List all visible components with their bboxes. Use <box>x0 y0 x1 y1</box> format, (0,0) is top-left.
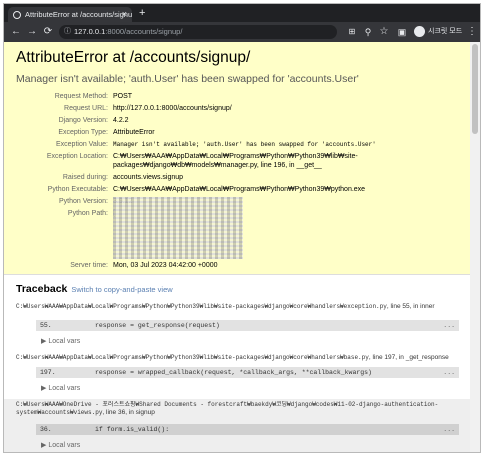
info-icon: ⓘ <box>64 28 71 35</box>
reload-icon[interactable]: ⟳ <box>42 22 54 42</box>
tab-title: AttributeError at /accounts/signu <box>25 10 132 19</box>
side-panel-icon[interactable]: ▣ <box>396 22 408 42</box>
expand-context-icon[interactable]: ... <box>443 320 455 331</box>
traceback-frame-path: C:₩Users₩AAA₩AppData₩Local₩Programs₩Pyth… <box>16 303 435 310</box>
traceback-frame-path: C:₩Users₩AAA₩OneDrive - 포러스트쇼핑₩Shared Do… <box>16 401 439 416</box>
address-bar[interactable]: ⓘ 127.0.0.1:8000/accounts/signup/ <box>59 25 337 39</box>
globe-icon <box>13 10 21 19</box>
incognito-icon <box>414 26 425 37</box>
browser-window: AttributeError at /accounts/signu × + ← … <box>3 3 481 453</box>
redacted-python-path <box>113 197 243 259</box>
scrollbar-thumb[interactable] <box>472 44 478 134</box>
new-tab-button[interactable]: + <box>139 5 145 21</box>
url-path: :8000/accounts/signup/ <box>105 27 183 36</box>
expand-context-icon[interactable]: ... <box>443 424 455 435</box>
switch-view-link[interactable]: Switch to copy-and-paste view <box>71 285 172 294</box>
profile-label: 시크릿 모드 <box>428 28 463 35</box>
back-icon[interactable]: ← <box>10 22 22 42</box>
traceback-code-line[interactable]: 55. response = get_response(request)... <box>36 320 459 331</box>
page-content: AttributeError at /accounts/signup/ Mana… <box>4 42 480 452</box>
page-scrollbar[interactable] <box>470 42 480 452</box>
traceback-code-line[interactable]: 197. response = wrapped_callback(request,… <box>36 367 459 378</box>
error-summary: AttributeError at /accounts/signup/ Mana… <box>4 42 470 275</box>
traceback-heading: Traceback Switch to copy-and-paste view <box>16 283 173 295</box>
incognito-profile[interactable]: 시크릿 모드 <box>414 26 462 38</box>
tab-strip: AttributeError at /accounts/signu × + <box>4 4 480 22</box>
browser-toolbar: ← → ⟳ ⓘ 127.0.0.1:8000/accounts/signup/ … <box>4 22 480 42</box>
forward-icon[interactable]: → <box>26 22 38 42</box>
page-title: AttributeError at /accounts/signup/ <box>16 49 251 66</box>
bookmark-star-icon[interactable]: ☆ <box>378 22 390 42</box>
local-vars-toggle[interactable]: ▶ Local vars <box>41 337 80 345</box>
traceback-frame-path: C:₩Users₩AAA₩AppData₩Local₩Programs₩Pyth… <box>16 354 449 361</box>
traceback-code-line[interactable]: 36. if form.is_valid():... <box>36 424 459 435</box>
exception-message: Manager isn't available; 'auth.User' has… <box>16 73 359 85</box>
local-vars-toggle[interactable]: ▶ Local vars <box>41 384 80 392</box>
more-menu-icon[interactable]: ⋮ <box>467 22 477 42</box>
url-host: 127.0.0.1 <box>74 27 106 36</box>
browser-tab[interactable]: AttributeError at /accounts/signu × <box>8 7 132 22</box>
zoom-icon[interactable]: ⚲ <box>362 22 374 42</box>
local-vars-toggle[interactable]: ▶ Local vars <box>41 441 80 449</box>
expand-context-icon[interactable]: ... <box>443 367 455 378</box>
translate-icon[interactable]: ⊞ <box>346 22 358 42</box>
close-tab-icon[interactable]: × <box>122 7 127 22</box>
